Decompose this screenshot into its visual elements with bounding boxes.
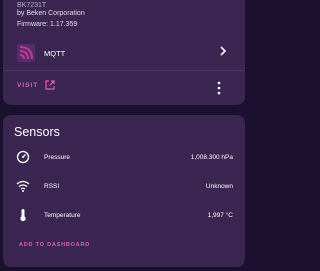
mqtt-label: MQTT [44, 49, 66, 58]
sensor-name: Temperature [44, 212, 81, 219]
sensor-value: Unknown [205, 183, 233, 190]
sensor-row-pressure[interactable]: Pressure 1,008.300 hPa [3, 148, 245, 168]
sensor-row-temperature[interactable]: Temperature 1,997 °C [3, 206, 245, 226]
sensor-name: RSSI [44, 183, 60, 190]
device-manufacturer: by Beken Corporation [17, 10, 85, 17]
device-info-card: BK7231T by Beken Corporation Firmware: 1… [3, 0, 245, 105]
sensor-value: 1,997 °C [207, 212, 233, 219]
chevron-right-icon [220, 46, 227, 56]
mqtt-logo-icon [17, 44, 35, 62]
bottom-background [0, 267, 250, 271]
sensors-title: Sensors [14, 125, 60, 139]
device-firmware: Firmware: 1.17.359 [17, 21, 78, 28]
thermometer-icon [20, 209, 26, 222]
sensor-row-rssi[interactable]: RSSI Unknown [3, 177, 245, 197]
open-in-new-icon [45, 80, 55, 90]
device-model: BK7231T [17, 2, 47, 9]
add-to-dashboard-button[interactable]: ADD TO DASHBOARD [19, 242, 90, 248]
sensor-value: 1,008.300 hPa [190, 154, 233, 161]
sensor-name: Pressure [44, 154, 71, 161]
visit-label: VISIT [17, 82, 39, 89]
card-divider [3, 70, 245, 71]
wifi-icon [16, 180, 30, 192]
more-vert-icon[interactable] [217, 81, 221, 95]
sensors-card: Sensors Pressure 1,008.300 hPa RSSI Unkn… [3, 115, 245, 267]
mqtt-integration-row[interactable]: MQTT [3, 40, 245, 66]
gauge-icon [16, 150, 30, 164]
